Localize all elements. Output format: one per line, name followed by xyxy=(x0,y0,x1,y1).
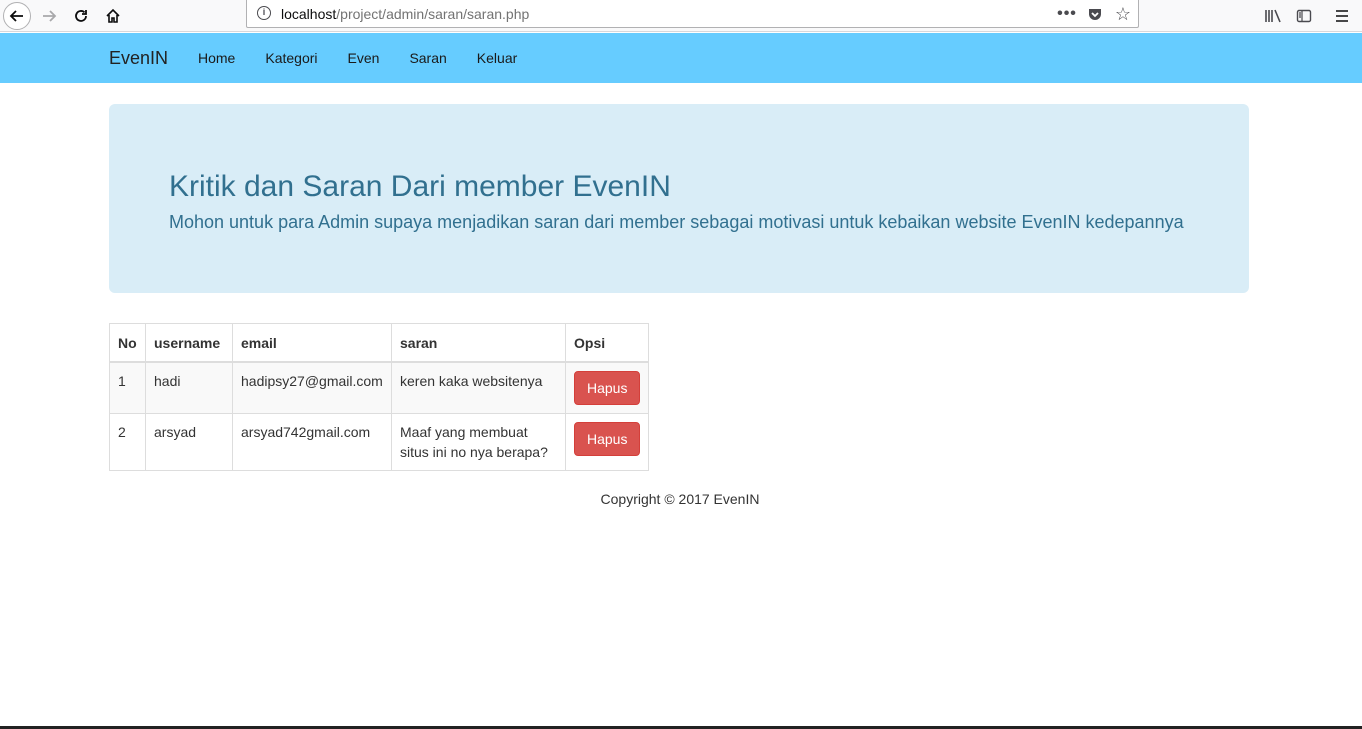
url-bar[interactable]: i localhost/project/admin/saran/saran.ph… xyxy=(246,0,1139,28)
browser-toolbar: i localhost/project/admin/saran/saran.ph… xyxy=(0,0,1362,32)
hapus-button[interactable]: Hapus xyxy=(574,421,641,456)
sidebar-icon[interactable] xyxy=(1292,4,1316,28)
cell-no: 1 xyxy=(109,361,146,414)
table-row: 1 hadi hadipsy27@gmail.com keren kaka we… xyxy=(109,361,650,414)
cell-opsi: Hapus xyxy=(564,361,650,414)
jumbotron: Kritik dan Saran Dari member EvenIN Moho… xyxy=(109,104,1249,293)
header-username: username xyxy=(145,323,233,363)
nav-link-keluar[interactable]: Keluar xyxy=(462,33,532,83)
cell-username: hadi xyxy=(145,361,233,414)
nav-links: Home Kategori Even Saran Keluar xyxy=(183,33,532,83)
navbar: EvenIN Home Kategori Even Saran Keluar xyxy=(0,33,1362,83)
nav-item-kategori: Kategori xyxy=(250,33,332,83)
url-path: /project/admin/saran/saran.php xyxy=(336,6,530,22)
nav-link-kategori[interactable]: Kategori xyxy=(250,33,332,83)
menu-icon[interactable] xyxy=(1330,4,1354,28)
nav-item-home: Home xyxy=(183,33,250,83)
hapus-button[interactable]: Hapus xyxy=(574,370,641,405)
header-saran: saran xyxy=(391,323,566,363)
cell-no: 2 xyxy=(109,412,146,471)
table-header-row: No username email saran Opsi xyxy=(109,323,650,363)
header-email: email xyxy=(232,323,392,363)
reload-icon[interactable] xyxy=(67,2,95,30)
nav-link-even[interactable]: Even xyxy=(333,33,395,83)
back-icon[interactable] xyxy=(3,2,31,30)
cell-email: hadipsy27@gmail.com xyxy=(232,361,392,414)
page-subtitle: Mohon untuk para Admin supaya menjadikan… xyxy=(169,212,1184,232)
url-host: localhost xyxy=(281,6,337,22)
star-icon[interactable]: ☆ xyxy=(1112,3,1134,25)
page-title: Kritik dan Saran Dari member EvenIN xyxy=(169,170,671,203)
footer: Copyright © 2017 EvenIN xyxy=(0,491,1360,507)
header-opsi: Opsi xyxy=(564,323,650,363)
saran-table: No username email saran Opsi 1 hadi hadi… xyxy=(109,323,650,471)
navbar-brand[interactable]: EvenIN xyxy=(109,48,168,69)
table-row: 2 arsyad arsyad742gmail.com Maaf yang me… xyxy=(109,412,650,471)
nav-link-home[interactable]: Home xyxy=(183,33,250,83)
nav-link-saran[interactable]: Saran xyxy=(394,33,461,83)
nav-item-saran: Saran xyxy=(394,33,461,83)
nav-item-even: Even xyxy=(333,33,395,83)
header-no: No xyxy=(109,323,146,363)
cell-opsi: Hapus xyxy=(564,412,650,471)
cell-username: arsyad xyxy=(145,412,233,471)
more-icon[interactable]: ••• xyxy=(1056,3,1078,25)
url-text[interactable]: localhost/project/admin/saran/saran.php xyxy=(281,6,529,22)
library-icon[interactable] xyxy=(1261,4,1285,28)
cell-saran: Maaf yang membuat situs ini no nya berap… xyxy=(391,412,566,471)
forward-icon[interactable] xyxy=(35,2,63,30)
cell-email: arsyad742gmail.com xyxy=(232,412,392,471)
info-icon[interactable]: i xyxy=(257,6,271,20)
cell-saran: keren kaka websitenya xyxy=(391,361,566,414)
nav-item-keluar: Keluar xyxy=(462,33,532,83)
copyright-text: Copyright © 2017 EvenIN xyxy=(600,491,760,507)
home-icon[interactable] xyxy=(99,2,127,30)
pocket-icon[interactable] xyxy=(1084,3,1106,25)
